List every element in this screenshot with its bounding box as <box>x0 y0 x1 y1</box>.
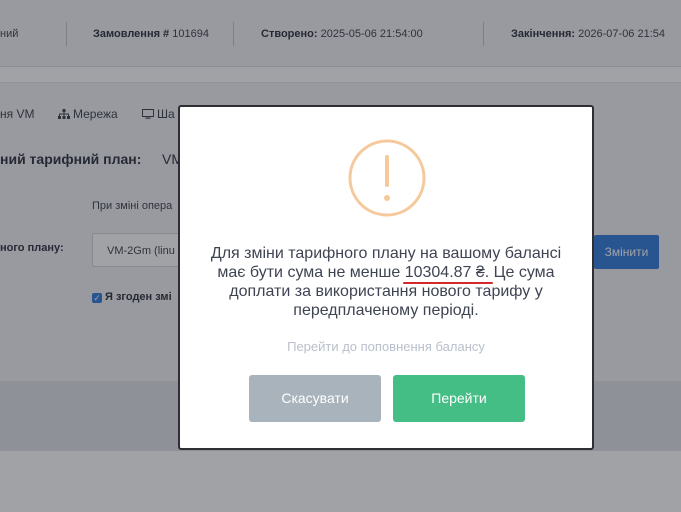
confirm-button[interactable]: Перейти <box>393 375 525 422</box>
amount-value: 10304.87 ₴. <box>404 264 490 281</box>
dialog-message: Для зміни тарифного плану на вашому бала… <box>200 244 572 320</box>
amount-underline <box>402 282 494 284</box>
insufficient-balance-dialog: Для зміни тарифного плану на вашому бала… <box>178 105 594 450</box>
warning-icon <box>348 139 426 217</box>
topup-balance-link[interactable]: Перейти до поповнення балансу <box>180 339 592 354</box>
cancel-button[interactable]: Скасувати <box>249 375 381 422</box>
required-amount: 10304.87 ₴. <box>402 264 494 284</box>
